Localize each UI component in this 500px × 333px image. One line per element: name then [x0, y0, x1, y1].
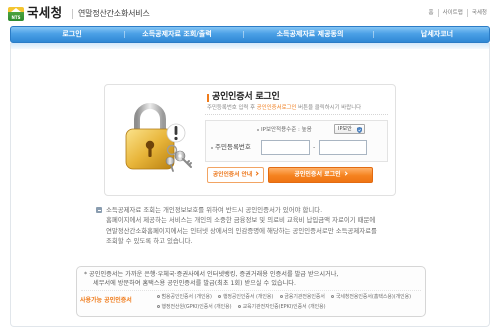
cert-info-line: 세무서에 방문하여 홈택스용 공인인증서를 발급(최초 1회) 받으실 수 있습… [93, 280, 296, 287]
chevron-right-icon [343, 171, 348, 176]
chevron-right-icon [254, 171, 259, 176]
ip-security-button[interactable]: IP보안 [334, 124, 365, 134]
available-certs-row: 행정전산원(GPKI)인증서 (개인용) 교육기관전자인증(EPKI)인증서 (… [157, 303, 331, 311]
util-link-nts[interactable]: 국세청 [466, 9, 491, 17]
list-item: 행정전산원(GPKI)인증서 (개인용) [157, 303, 232, 311]
cert-login-button-label: 공인인증서 로그인 [294, 171, 341, 178]
list-item: 교육기관전자인증(EPKI)인증서 (개인용) [238, 303, 326, 311]
nts-logo-icon[interactable]: NTS [8, 7, 24, 21]
login-instructions: 주민등록번호 입력 후 공인인증서로그인 버튼을 클릭하시기 바랍니다 [207, 104, 361, 112]
rrn-separator: - [313, 143, 316, 151]
dotted-divider [81, 290, 421, 291]
circle-bullet-icon [279, 294, 283, 298]
circle-bullet-icon [218, 294, 222, 298]
bullet-icon [211, 147, 213, 149]
header-divider [72, 9, 73, 19]
list-item: 범용공인인증서 (개인용) [157, 293, 212, 301]
cert-info-box: * 공인인증서는 가까운 은행·우체국·증권사에서 인터넷뱅킹, 증권거래용 인… [76, 266, 426, 317]
util-link-sitemap[interactable]: 사이트맵 [437, 9, 467, 17]
notice-line: 소득공제자료 조회는 개인정보보호를 위하여 반드시 공인인증서가 있어야 합니… [106, 206, 323, 214]
circle-bullet-icon [331, 294, 335, 298]
util-link-home[interactable]: 홈 [425, 9, 438, 17]
ip-security-level: IP보안적용수준 : 높음 [261, 127, 312, 133]
nav-item-data-consent[interactable]: 소득공제자료 제공동의 [250, 27, 370, 42]
nav-item-taxpayer-corner[interactable]: 납세자코너 [397, 27, 477, 42]
nav-item-login[interactable]: 로그인 [40, 27, 104, 42]
login-title: 공인인증서 로그인 [212, 92, 280, 102]
cert-login-button[interactable]: 공인인증서 로그인 [268, 167, 373, 183]
list-item: 국세청전용인증서(홈택스용)(개인용) [331, 293, 411, 301]
rrn-label: 주민등록번호 [215, 143, 251, 151]
bullet-icon [257, 129, 259, 131]
exclamation-icon [166, 123, 186, 143]
list-item: 금융기관전용인증서 [279, 293, 325, 301]
circle-bullet-icon [157, 304, 160, 308]
privacy-notice: 소득공제자료 조회는 개인정보보호를 위하여 반드시 공인인증서가 있어야 합니… [106, 205, 411, 246]
available-certs-row: 범용공인인증서 (개인용) 행정공인인증서 (개인용) 금융기관전용인증서 국세… [157, 293, 416, 301]
notice-icon [96, 207, 102, 213]
notice-line: 홈페이지에서 제공하는 서비스는 개인의 소중한 금융정보 및 의료비 교육비 … [106, 216, 376, 225]
nav-separator [243, 31, 244, 38]
dotted-divider [205, 114, 388, 115]
rrn-front-input[interactable] [261, 140, 310, 155]
cert-guide-button-label: 공인인증서 안내 [212, 172, 253, 178]
cert-info-line: * 공인인증서는 가까운 은행·우체국·증권사에서 인터넷뱅킹, 증권거래용 인… [84, 271, 339, 278]
login-form: IP보안적용수준 : 높음 IP보안 주민등록번호 - [205, 120, 388, 162]
cert-type: 금융기관전용인증서 [284, 294, 325, 300]
cert-type: 행정공인인증서 (개인용) [222, 294, 274, 300]
instruction-text: 주민등록번호 입력 후 [207, 105, 257, 111]
list-item: 행정공인인증서 (개인용) [218, 293, 273, 301]
brand-name[interactable]: 국세청 [27, 5, 62, 21]
cert-guide-button[interactable]: 공인인증서 안내 [207, 167, 264, 183]
circle-bullet-icon [157, 294, 160, 298]
nav-item-deduction-lookup[interactable]: 소득공제자료 조회/출력 [117, 27, 237, 42]
instruction-text: 버튼을 클릭하시기 바랍니다 [296, 105, 362, 111]
utility-links: 홈 사이트맵 국세청 [425, 9, 492, 17]
available-certs-label: 사용가능 공인인증서 [80, 297, 132, 304]
notice-line: 조회할 수 있도록 하고 있습니다. [106, 236, 193, 245]
instruction-highlight: 공인인증서로그인 [256, 105, 297, 111]
notice-line: 연말정산간소화홈페이지에서는 인터넷 상에서의 인감증명에 해당하는 공인인증서… [106, 226, 377, 235]
ip-security-button-label: IP보안 [338, 126, 352, 132]
cert-type: 범용공인인증서 (개인용) [161, 294, 212, 300]
title-marker [207, 94, 209, 102]
nav-separator [373, 31, 374, 38]
circle-bullet-icon [238, 304, 242, 308]
cert-login-panel: 공인인증서 로그인 주민등록번호 입력 후 공인인증서로그인 버튼을 클릭하시기… [104, 84, 396, 196]
logo-roof-shape [11, 8, 21, 12]
service-title: 연말정산간소화서비스 [78, 9, 150, 18]
cert-type: 행정전산원(GPKI)인증서 (개인용) [161, 304, 232, 310]
cert-type: 교육기관전자인증(EPKI)인증서 (개인용) [242, 304, 326, 310]
rrn-back-input[interactable] [319, 140, 367, 155]
padlock-keys-illustration [125, 103, 192, 172]
main-nav: 로그인 소득공제자료 조회/출력 소득공제자료 제공동의 납세자코너 [10, 26, 490, 43]
shield-icon [357, 126, 362, 133]
logo-badge-text: NTS [11, 15, 21, 20]
cert-type: 국세청전용인증서(홈택스용)(개인용) [335, 294, 412, 300]
